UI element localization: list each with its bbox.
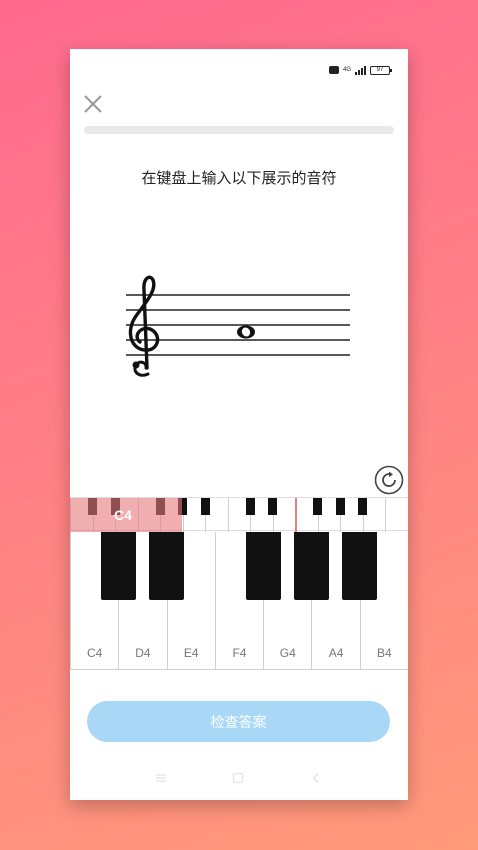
piano-key-d-sharp4[interactable] [149, 532, 185, 600]
system-navbar [70, 767, 408, 793]
piano-key-a-sharp4[interactable] [342, 532, 378, 600]
mini-black-key [200, 498, 210, 515]
piano-key-label: E4 [183, 646, 199, 660]
app-window: 4G 97 在键盘上输入以下展示的音符 C4 C4 D4 E4 F4 G4 A4… [70, 49, 408, 800]
mini-black-key [313, 498, 323, 515]
hd-icon [328, 66, 339, 74]
refresh-icon [374, 465, 404, 495]
progress-bar [84, 126, 394, 134]
piano-key-f-sharp4[interactable] [245, 532, 281, 600]
mini-black-key [358, 498, 368, 515]
battery-icon: 97 [370, 65, 392, 75]
home-icon[interactable] [231, 771, 245, 785]
mini-black-key [245, 498, 255, 515]
treble-clef-icon [128, 275, 160, 377]
close-icon [84, 95, 102, 113]
piano-key-label: D4 [135, 646, 151, 660]
status-bar: 4G 97 [328, 63, 392, 77]
music-staff [126, 275, 350, 377]
mini-black-key [335, 498, 345, 515]
mini-position-marker [295, 498, 298, 532]
check-answer-button[interactable]: 检查答案 [87, 701, 390, 742]
question-prompt: 在键盘上输入以下展示的音符 [141, 169, 337, 187]
staff-lines [126, 294, 350, 356]
piano-key-c-sharp4[interactable] [100, 532, 136, 600]
piano-key-label: A4 [328, 646, 344, 660]
network-type: 4G [342, 67, 351, 73]
menu-icon[interactable] [154, 771, 168, 785]
piano-key-g-sharp4[interactable] [293, 532, 329, 600]
mini-white-key [385, 498, 408, 532]
replay-button[interactable] [374, 465, 404, 495]
visible-range-label: C4 [114, 507, 132, 523]
close-button[interactable] [82, 93, 104, 115]
piano-key-label: B4 [377, 646, 392, 660]
mini-black-key [268, 498, 278, 515]
piano-key-label: F4 [232, 646, 247, 660]
keyboard-navigator[interactable]: C4 [70, 497, 408, 532]
piano-key-label: C4 [86, 646, 103, 660]
signal-icon [355, 65, 366, 75]
back-icon[interactable] [309, 771, 323, 785]
piano-keyboard: C4 D4 E4 F4 G4 A4 B4 [70, 532, 408, 670]
piano-key-label: G4 [279, 646, 296, 660]
